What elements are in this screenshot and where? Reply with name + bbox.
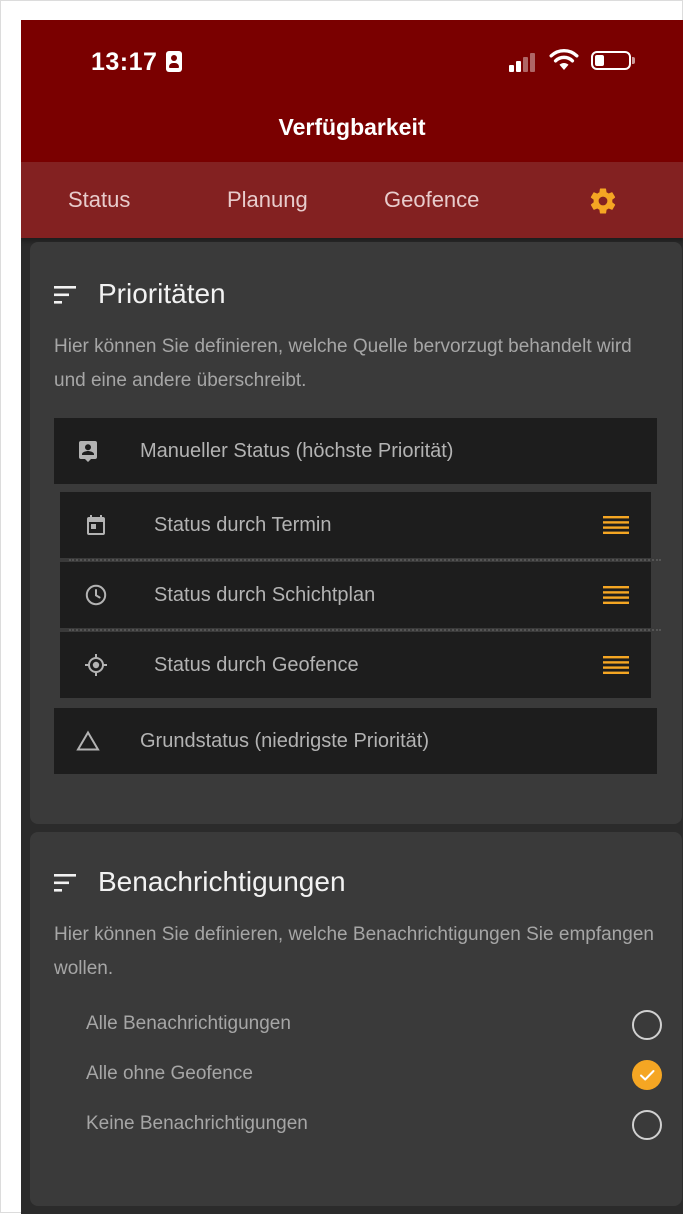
priority-row-manual: Manueller Status (höchste Priorität) [54,418,657,484]
status-time: 13:17 [91,48,158,76]
radio-all-without-geofence[interactable] [632,1060,662,1090]
app-header: 13:17 Verfügbarkeit [21,20,683,162]
radio-all-notifications[interactable] [632,1010,662,1040]
priority-row-appointment[interactable]: Status durch Termin [60,492,651,558]
priority-row-base: Grundstatus (niedrigste Priorität) [54,708,657,774]
notifications-description: Hier können Sie definieren, welche Benac… [54,924,654,979]
priority-row-geofence[interactable]: Status durch Geofence [60,632,651,698]
priorities-card: Prioritäten Hier können Sie definieren, … [30,242,682,824]
page-title: Verfügbarkeit [278,114,426,140]
check-icon [640,1070,655,1081]
contact-card-icon [79,441,97,462]
radio-no-notifications[interactable] [632,1110,662,1140]
tab-geofence[interactable]: Geofence [384,162,479,238]
location-target-icon [85,654,107,676]
priority-label: Status durch Termin [154,514,332,536]
screenshot-frame: 13:17 Verfügbarkeit Status Planung Geofe… [0,0,683,1214]
priority-row-shift[interactable]: Status durch Schichtplan [60,562,651,628]
sort-icon [54,874,76,892]
row-divider [69,629,661,631]
priority-label: Status durch Geofence [154,654,359,676]
sort-icon [54,286,76,304]
priority-label: Status durch Schichtplan [154,584,376,606]
drag-handle-icon[interactable] [603,655,629,675]
priorities-description: Hier können Sie definieren, welche Quell… [54,336,632,391]
cellular-signal-icon [509,52,537,72]
option-all-notifications[interactable]: Alle Benachrichtigungen [86,1013,291,1035]
tab-bar: Status Planung Geofence [21,162,683,238]
notifications-title: Benachrichtigungen [98,866,346,897]
wifi-icon [549,48,579,70]
option-all-without-geofence[interactable]: Alle ohne Geofence [86,1063,253,1085]
priority-label: Grundstatus (niedrigste Priorität) [140,730,430,752]
priorities-title: Prioritäten [98,278,226,309]
gear-icon[interactable] [588,186,618,216]
option-no-notifications[interactable]: Keine Benachrichtigungen [86,1113,308,1135]
tab-status[interactable]: Status [68,162,130,238]
priority-label: Manueller Status (höchste Priorität) [140,440,454,462]
drag-handle-icon[interactable] [603,515,629,535]
battery-icon [591,51,635,70]
drag-handle-icon[interactable] [603,585,629,605]
tab-planung[interactable]: Planung [227,162,308,238]
id-badge-icon [166,51,182,72]
row-divider [69,559,661,561]
triangle-icon [76,730,100,751]
notifications-card: Benachrichtigungen Hier können Sie defin… [30,832,682,1206]
clock-icon [85,584,107,606]
calendar-icon [87,515,105,535]
phone-screen: 13:17 Verfügbarkeit Status Planung Geofe… [21,20,683,1214]
